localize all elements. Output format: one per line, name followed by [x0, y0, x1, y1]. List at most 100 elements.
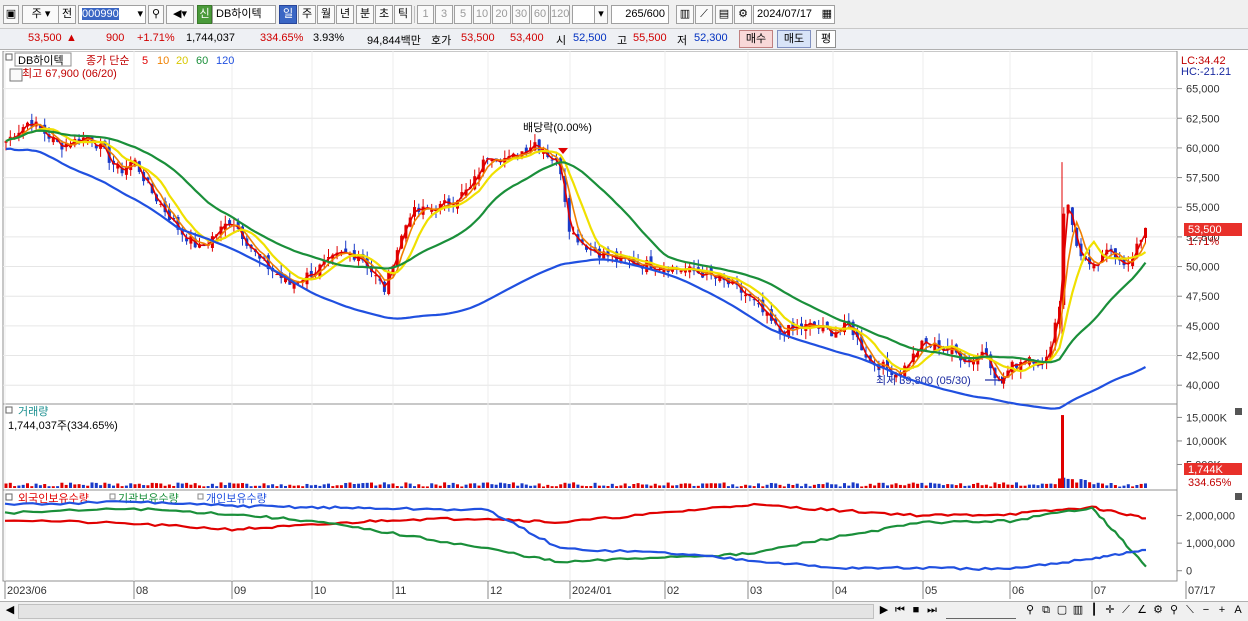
volume-bar	[1122, 485, 1126, 488]
zoom-out-icon[interactable]: −	[1200, 604, 1212, 619]
scrollbar-track[interactable]	[18, 604, 874, 619]
period-tab-5[interactable]: 초	[375, 5, 393, 24]
copy-icon[interactable]: ⧉	[1040, 604, 1052, 619]
market-label: 주	[31, 8, 42, 20]
volume-bar	[456, 484, 459, 488]
draw-line-icon[interactable]: ⟋	[695, 5, 713, 24]
bar-icon[interactable]: ┃	[1088, 604, 1100, 619]
period-tab-6[interactable]: 틱	[394, 5, 412, 24]
calendar-icon[interactable]: ▦	[822, 6, 834, 23]
period-tab-0[interactable]: 일	[279, 5, 297, 24]
chart-area[interactable]: DB하이텍 종가 단순 5 10 20 60 120 최고 67,900 (06…	[0, 50, 1248, 601]
scroll-left-icon[interactable]: ◀	[4, 604, 16, 619]
gear-icon[interactable]: ⚙	[734, 5, 752, 24]
x-tick-label: 11	[395, 585, 406, 597]
candle-icon[interactable]: ▥	[1072, 604, 1084, 619]
tick-button-5[interactable]: 30	[512, 5, 530, 24]
candle-type-icon[interactable]: ▥	[676, 5, 694, 24]
period-tab-1[interactable]: 주	[298, 5, 316, 24]
volume-bar	[1070, 479, 1074, 488]
change-value: 900	[106, 32, 125, 44]
last-page-icon[interactable]: ⏭	[925, 604, 939, 619]
volume-bar	[511, 482, 515, 488]
market-select[interactable]: 주 ▾	[22, 5, 60, 24]
bid-price: 53,400	[510, 32, 544, 44]
stock-chart[interactable]: DB하이텍 종가 단순 5 10 20 60 120 최고 67,900 (06…	[0, 50, 1248, 601]
volume-bar	[1118, 486, 1122, 488]
magnifier-icon[interactable]: ⚲	[1024, 604, 1036, 619]
window-icon[interactable]: ▢	[1056, 604, 1068, 619]
volume-bar	[744, 484, 748, 488]
volume-bar	[662, 485, 666, 488]
volume-bar	[830, 484, 834, 488]
tick-button-7[interactable]: 120	[550, 5, 570, 24]
holding-panel-close-icon[interactable]	[1235, 493, 1242, 500]
tick-button-4[interactable]: 20	[492, 5, 511, 24]
blank-dropdown-icon[interactable]: ▾	[594, 5, 608, 24]
crosshair-icon[interactable]: ✛	[1104, 604, 1116, 619]
count-field[interactable]: 265/600	[611, 5, 669, 24]
prev-button[interactable]: 전	[58, 5, 76, 24]
volume-bar	[748, 485, 752, 488]
x-tick-label: 12	[490, 585, 502, 597]
volume-bar	[404, 482, 408, 488]
volume-bar	[997, 484, 1001, 488]
volume-bar	[262, 483, 266, 488]
stock-code-input[interactable]: 000990 ▾	[78, 5, 146, 24]
stop-icon[interactable]: ■	[909, 604, 923, 619]
holding-legend-item: 개인보유수량	[206, 492, 267, 505]
tick-button-2[interactable]: 5	[454, 5, 472, 24]
window-menu-icon[interactable]: ▣	[3, 5, 19, 24]
save-icon[interactable]: ▤	[715, 5, 733, 24]
code-dropdown-icon[interactable]: ▾	[137, 6, 145, 23]
volume-bar	[249, 486, 253, 488]
font-size-button[interactable]: A	[1232, 604, 1244, 619]
first-page-icon[interactable]: ⏮	[893, 604, 907, 619]
volume-bar	[159, 483, 163, 488]
tick-button-3[interactable]: 10	[473, 5, 491, 24]
line-icon[interactable]: ⟍	[1184, 604, 1196, 619]
low-label: 저	[677, 35, 688, 47]
zoom-in-icon[interactable]: +	[1216, 604, 1228, 619]
volume-bar	[73, 484, 77, 488]
volume-bar	[1139, 483, 1143, 488]
tick-button-6[interactable]: 60	[531, 5, 549, 24]
trend-icon[interactable]: ⟋	[1120, 604, 1132, 619]
volume-bar	[567, 483, 571, 488]
sound-icon[interactable]: ◀▾	[166, 5, 194, 24]
eval-button[interactable]: 평	[816, 30, 836, 48]
scroll-right-icon[interactable]: ▶	[878, 604, 890, 619]
stock-name-field[interactable]: DB하이텍	[212, 5, 276, 24]
open-price: 52,500	[573, 32, 607, 44]
buy-button[interactable]: 매수	[739, 30, 773, 48]
date-field[interactable]: 2024/07/17 ▦	[753, 5, 835, 24]
tick-button-1[interactable]: 3	[435, 5, 453, 24]
volume-bar	[94, 482, 98, 488]
volume-y-axis: 15,000K10,000K5,000K	[1177, 412, 1228, 471]
divider	[414, 6, 415, 23]
volume-bar	[382, 482, 386, 488]
period-tab-3[interactable]: 년	[336, 5, 354, 24]
period-tab-2[interactable]: 월	[317, 5, 335, 24]
angle-icon[interactable]: ∠	[1136, 604, 1148, 619]
search-chart-icon[interactable]: ⚲	[1168, 604, 1180, 619]
tick-button-0[interactable]: 1	[417, 5, 434, 24]
volume-bar	[911, 482, 915, 488]
volume-bar	[137, 483, 141, 488]
volume-bar	[477, 485, 481, 488]
chart-settings-icon[interactable]: ⚙	[1152, 604, 1164, 619]
volume-bar	[64, 484, 68, 488]
period-tab-4[interactable]: 분	[356, 5, 374, 24]
volume-bar	[1019, 485, 1023, 488]
change-arrow: ▲	[66, 32, 77, 44]
price-tick-label: 45,000	[1186, 321, 1220, 333]
volume-panel-close-icon[interactable]	[1235, 408, 1242, 415]
search-icon[interactable]: ⚲	[148, 5, 164, 24]
zoom-slider[interactable]	[946, 604, 1016, 619]
price-tick-label: 40,000	[1186, 380, 1220, 392]
sell-button[interactable]: 매도	[777, 30, 811, 48]
holding-y-axis: 2,000,000 1,000,000 0	[1177, 511, 1235, 578]
legend-ma-120: 120	[216, 55, 234, 67]
stock-name: DB하이텍	[216, 8, 262, 20]
volume-bar	[623, 483, 627, 488]
